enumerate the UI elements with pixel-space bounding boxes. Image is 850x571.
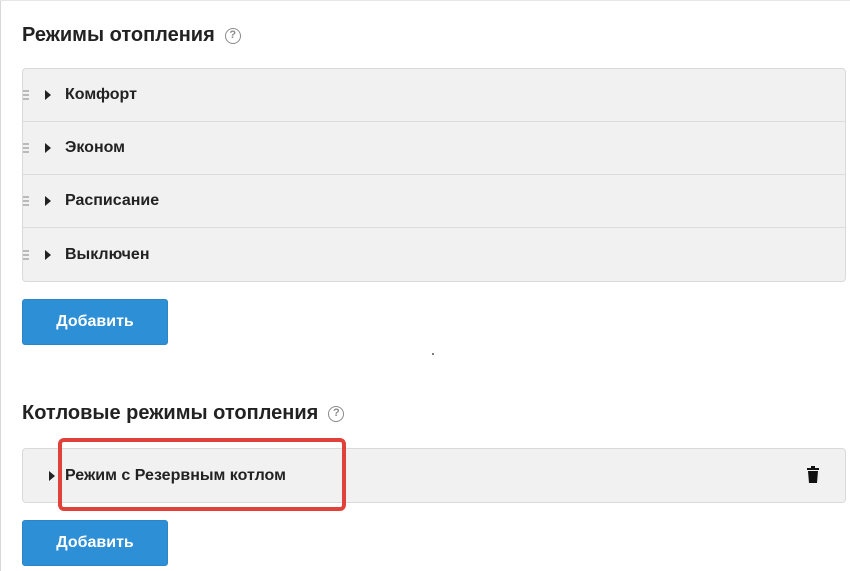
expand-caret-icon[interactable] (45, 90, 51, 100)
drag-handle-icon[interactable] (23, 90, 29, 100)
boiler-modes-title: Котловые режимы отопления (22, 402, 319, 424)
list-item-reserve-boiler[interactable]: Режим с Резервным котлом (23, 449, 845, 502)
list-item-econom[interactable]: Эконом (23, 122, 845, 175)
list-item-label: Комфорт (65, 86, 137, 103)
list-item-off[interactable]: Выключен (23, 228, 845, 281)
list-item-schedule[interactable]: Расписание (23, 175, 845, 228)
list-item-comfort[interactable]: Комфорт (23, 69, 845, 122)
heating-modes-section-title: Режимы отопления ? (22, 24, 241, 47)
list-item-label: Режим с Резервным котлом (65, 466, 286, 484)
expand-caret-icon[interactable] (49, 470, 55, 481)
list-item-label: Расписание (65, 192, 160, 209)
list-item-label: Эконом (65, 139, 126, 156)
boiler-modes-list: Режим с Резервным котлом (22, 448, 846, 503)
expand-caret-icon[interactable] (45, 249, 51, 260)
boiler-modes-section-title: Котловые режимы отопления ? (22, 402, 345, 425)
question-circle-icon[interactable]: ? (328, 405, 345, 422)
drag-handle-icon[interactable] (23, 249, 29, 260)
add-heating-mode-button[interactable]: Добавить (22, 299, 168, 345)
add-boiler-mode-button[interactable]: Добавить (22, 520, 168, 566)
stray-dot (432, 353, 434, 355)
heating-modes-title: Режимы отопления (22, 24, 215, 46)
window-top-border (0, 0, 850, 1)
window-left-border (0, 0, 1, 571)
question-circle-icon[interactable]: ? (224, 27, 241, 44)
expand-caret-icon[interactable] (45, 196, 51, 206)
heating-modes-list: Комфорт Эконом Расписание Выключен (22, 68, 846, 282)
trash-icon[interactable] (807, 466, 819, 483)
drag-handle-icon[interactable] (23, 196, 29, 206)
drag-handle-icon[interactable] (23, 143, 29, 153)
list-item-label: Выключен (65, 245, 150, 263)
expand-caret-icon[interactable] (45, 143, 51, 153)
